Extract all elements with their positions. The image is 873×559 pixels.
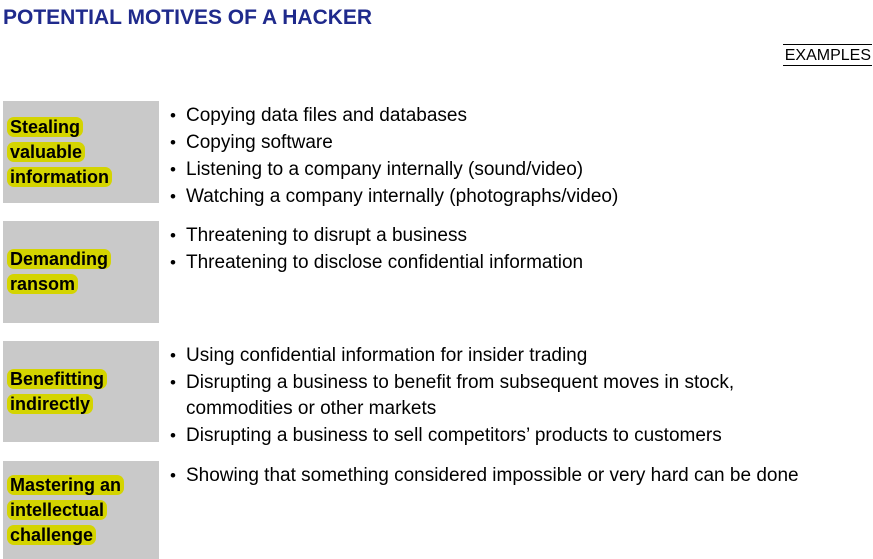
motive-label-line: Mastering an [7, 474, 125, 495]
motive-label-box: Demanding ransom [3, 221, 159, 323]
motive-row-ransom: Demanding ransom • Threatening to disrupt… [3, 221, 871, 323]
examples-list: • Showing that something considered impos… [170, 463, 870, 490]
list-item: • Disrupting a business to benefit from s… [170, 370, 786, 421]
examples-list: • Threatening to disrupt a business • Thre… [170, 223, 870, 277]
bullet: • [170, 253, 176, 272]
list-item: • Copying software [170, 130, 870, 156]
motive-label-line: Benefitting [7, 368, 107, 389]
list-item: • Listening to a company internally (soun… [170, 157, 870, 183]
example-text: Threatening to disclose confidential inf… [186, 252, 584, 273]
list-item: • Watching a company internally (photogra… [170, 184, 870, 210]
motive-label-line: challenge [7, 524, 97, 545]
bullet: • [170, 373, 176, 392]
example-text: Copying data files and databases [186, 105, 467, 126]
motive-label: Mastering an intellectual challenge [7, 473, 125, 548]
motive-label-line: information [7, 166, 112, 187]
bullet: • [170, 466, 176, 485]
motive-label-box: Benefitting indirectly [3, 341, 159, 442]
bullet: • [170, 346, 176, 365]
bullet: • [170, 106, 176, 125]
page-title: POTENTIAL MOTIVES OF A HACKER [3, 6, 373, 29]
motive-label: Demanding ransom [7, 247, 112, 297]
example-text: Listening to a company internally (sound… [186, 159, 584, 180]
bullet: • [170, 160, 176, 179]
list-item: • Showing that something considered impos… [170, 463, 870, 489]
examples-list: • Copying data files and databases • Copyi… [170, 103, 870, 211]
list-item: • Disrupting a business to sell competito… [170, 423, 870, 449]
example-text: Disrupting a business to benefit from su… [186, 372, 735, 419]
bullet: • [170, 226, 176, 245]
example-text: Using confidential information for insid… [186, 345, 588, 366]
motive-label-box: Mastering an intellectual challenge [3, 461, 159, 559]
motive-row-benefitting: Benefitting indirectly • Using confidenti… [3, 341, 871, 446]
motive-label: Benefitting indirectly [7, 367, 107, 417]
example-text: Threatening to disrupt a business [186, 225, 467, 246]
example-text: Disrupting a business to sell competitor… [186, 424, 722, 446]
motive-label: Stealing valuable information [7, 115, 112, 190]
example-text: Copying software [186, 132, 333, 153]
example-text: Showing that something considered imposs… [186, 465, 799, 486]
bullet: • [170, 187, 176, 206]
motive-label-line: indirectly [7, 393, 94, 414]
motive-label-line: Demanding [7, 249, 112, 269]
motive-label-line: valuable [7, 141, 86, 162]
motive-label-line: ransom [7, 274, 79, 294]
examples-header: EXAMPLES [782, 44, 872, 66]
list-item: • Threatening to disrupt a business [170, 223, 870, 249]
examples-list: • Using confidential information for insi… [170, 343, 870, 450]
list-item: • Copying data files and databases [170, 103, 870, 129]
bullet: • [170, 133, 176, 152]
example-text: Watching a company internally (photograp… [186, 186, 619, 207]
motive-label-line: Stealing [7, 116, 84, 137]
motive-row-stealing: Stealing valuable information • Copying d… [3, 101, 871, 207]
motive-label-box: Stealing valuable information [3, 101, 159, 203]
list-item: • Using confidential information for insi… [170, 343, 870, 369]
bullet: • [170, 425, 176, 445]
motive-row-mastering: Mastering an intellectual challenge • Sho… [3, 461, 871, 559]
list-item: • Threatening to disclose confidential in… [170, 250, 870, 276]
motive-label-line: intellectual [7, 499, 108, 520]
